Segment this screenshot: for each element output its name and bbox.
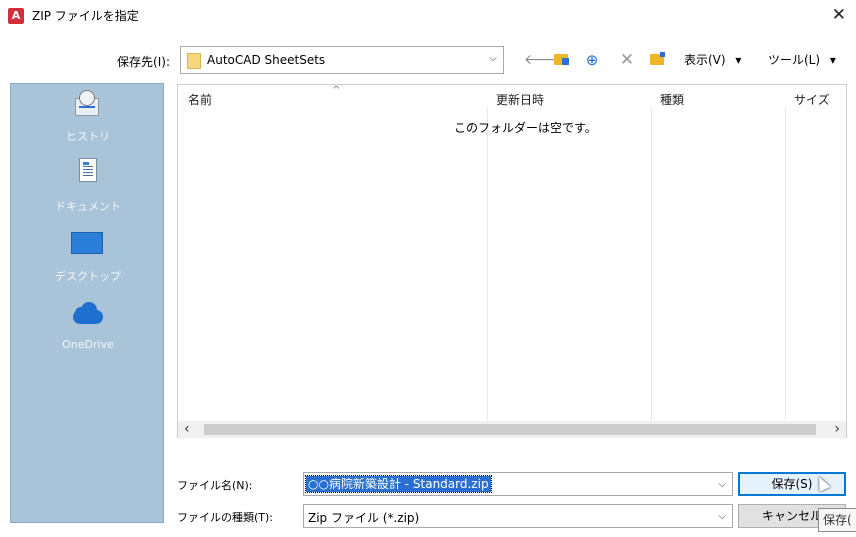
place-documents[interactable]: ドキュメント <box>11 158 165 228</box>
file-type-label: ファイルの種類(T): <box>177 511 274 524</box>
file-type-dropdown[interactable]: Zip ファイル (*.zip) ⌵ <box>303 504 733 528</box>
column-header-size[interactable]: サイズ <box>794 91 830 108</box>
place-label: ドキュメント <box>55 200 121 213</box>
tools-menu-label: ツール(L) <box>768 53 821 67</box>
file-name-label: ファイル名(N): <box>177 479 253 492</box>
file-type-value: Zip ファイル (*.zip) <box>308 511 420 525</box>
place-history[interactable]: ヒストリ <box>11 88 165 158</box>
view-menu-button[interactable]: 表示(V) ▾ <box>684 49 758 71</box>
column-header-modified[interactable]: 更新日時 <box>496 91 544 108</box>
save-tooltip: 保存( <box>818 508 856 532</box>
column-divider <box>487 107 488 425</box>
view-chevron-down-icon: ▾ <box>735 53 742 67</box>
chevron-down-icon[interactable]: ⌵ <box>489 53 497 64</box>
save-in-value: AutoCAD SheetSets <box>207 53 326 67</box>
save-in-label: 保存先(I): <box>117 55 170 69</box>
scrollbar-thumb[interactable] <box>204 424 816 435</box>
empty-folder-message: このフォルダーは空です。 <box>454 121 597 135</box>
window-title: ZIP ファイルを指定 <box>32 9 139 23</box>
place-label: OneDrive <box>62 338 114 351</box>
column-header-name[interactable]: 名前 <box>188 91 212 108</box>
horizontal-scrollbar[interactable]: ‹ › <box>178 421 846 438</box>
tools-chevron-down-icon: ▾ <box>829 53 836 67</box>
onedrive-icon <box>71 298 103 330</box>
file-type-chevron-down-icon[interactable]: ⌵ <box>718 511 726 522</box>
places-bar: ヒストリ ドキュメント デスクトップ OneDrive <box>10 83 164 523</box>
folder-icon <box>187 53 201 69</box>
back-icon[interactable]: 🡐 <box>524 49 562 71</box>
save-button[interactable]: 保存(S) <box>738 472 846 496</box>
up-folder-icon[interactable] <box>552 49 572 71</box>
place-label: ヒストリ <box>66 130 110 143</box>
file-name-chevron-down-icon[interactable]: ⌵ <box>718 479 726 490</box>
new-folder-icon[interactable] <box>648 49 668 71</box>
close-icon[interactable]: ✕ <box>832 5 846 25</box>
documents-icon <box>71 158 103 190</box>
column-divider <box>785 107 786 425</box>
column-header-type[interactable]: 種類 <box>660 91 684 108</box>
place-label: デスクトップ <box>55 270 121 283</box>
tools-menu-button[interactable]: ツール(L) ▾ <box>768 49 848 71</box>
scroll-right-icon[interactable]: › <box>834 421 840 438</box>
column-divider <box>651 107 652 425</box>
sort-caret-icon: ^ <box>332 85 341 96</box>
desktop-icon <box>71 228 103 260</box>
delete-icon[interactable]: ✕ <box>618 49 636 71</box>
place-onedrive[interactable]: OneDrive <box>11 298 165 368</box>
place-desktop[interactable]: デスクトップ <box>11 228 165 298</box>
autocad-icon: A <box>8 8 24 24</box>
history-icon <box>71 88 103 120</box>
search-web-icon[interactable]: ⊕ <box>582 49 602 71</box>
title-bar: A ZIP ファイルを指定 ✕ <box>0 0 856 40</box>
view-menu-label: 表示(V) <box>684 53 726 67</box>
save-in-dropdown[interactable]: AutoCAD SheetSets ⌵ <box>180 46 504 74</box>
scroll-left-icon[interactable]: ‹ <box>184 421 190 438</box>
file-name-value[interactable]: ○○病院新築設計 - Standard.zip <box>305 475 492 493</box>
file-name-input[interactable]: ○○病院新築設計 - Standard.zip ⌵ <box>303 472 733 496</box>
file-list[interactable]: ^ 名前 更新日時 種類 サイズ このフォルダーは空です。 ‹ › <box>177 84 847 438</box>
